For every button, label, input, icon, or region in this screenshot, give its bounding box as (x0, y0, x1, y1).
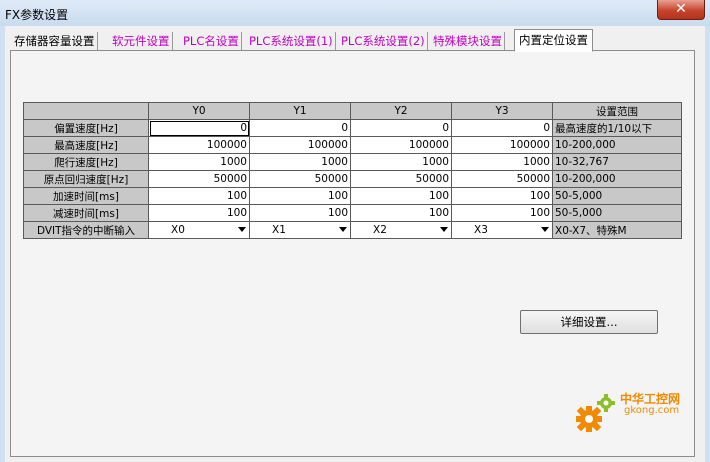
value-cell[interactable]: 1000 (350, 153, 452, 171)
value-cell[interactable]: 1000 (249, 153, 351, 171)
interrupt-input-select[interactable]: X3 (451, 221, 553, 239)
column-header: Y3 (451, 102, 553, 120)
column-header: Y0 (148, 102, 250, 120)
tab-device[interactable]: 软元件设置 (110, 32, 173, 50)
value-cell[interactable]: 0 (451, 119, 553, 137)
range-cell: 50-5,000 (552, 204, 682, 222)
range-cell: X0-X7、特殊M (552, 221, 682, 239)
select-value: X3 (474, 224, 488, 236)
value-cell[interactable]: 100000 (350, 136, 452, 154)
tab-special-module[interactable]: 特殊模块设置 (431, 32, 505, 50)
tab-plc-name[interactable]: PLC名设置 (181, 32, 242, 50)
row-label: 原点回归速度[Hz] (23, 170, 149, 188)
watermark-logo: 中华工控网 gkong.com (573, 383, 703, 443)
select-value: X0 (171, 224, 185, 236)
column-header: 设置范围 (552, 102, 682, 120)
close-button[interactable]: ✕ (657, 0, 705, 20)
table-row: 加速时间[ms] 100 100 100 100 50-5,000 (23, 187, 682, 205)
value-cell[interactable]: 100 (350, 204, 452, 222)
row-label: 爬行速度[Hz] (23, 153, 149, 171)
table-row: 偏置速度[Hz] 0 0 0 0 最高速度的1/10以下 (23, 119, 682, 137)
row-label: DVIT指令的中断输入 (23, 221, 149, 239)
value-cell[interactable]: 100 (451, 187, 553, 205)
chevron-down-icon[interactable] (339, 227, 347, 232)
value-cell[interactable]: 100 (148, 187, 250, 205)
value-cell[interactable]: 50000 (350, 170, 452, 188)
table-row-dvit: DVIT指令的中断输入 X0 X1 X2 X3 X0-X7、特殊M (23, 221, 682, 239)
value-cell[interactable]: 100000 (249, 136, 351, 154)
value-cell[interactable]: 100 (249, 204, 351, 222)
value-cell[interactable]: 0 (249, 119, 351, 137)
value-cell[interactable]: 1000 (451, 153, 553, 171)
value-cell[interactable]: 100 (148, 204, 250, 222)
value-cell[interactable]: 100 (451, 204, 553, 222)
row-label: 最高速度[Hz] (23, 136, 149, 154)
value-cell[interactable]: 0 (148, 119, 250, 137)
range-cell: 50-5,000 (552, 187, 682, 205)
tab-plc-system-2[interactable]: PLC系统设置(2) (339, 32, 428, 50)
range-cell: 最高速度的1/10以下 (552, 119, 682, 137)
interrupt-input-select[interactable]: X1 (249, 221, 351, 239)
value-cell[interactable]: 1000 (148, 153, 250, 171)
corner-cell (23, 102, 149, 120)
window-title: FX参数设置 (5, 8, 69, 22)
chevron-down-icon[interactable] (238, 227, 246, 232)
table-row: 爬行速度[Hz] 1000 1000 1000 1000 10-32,767 (23, 153, 682, 171)
value-cell[interactable]: 100000 (451, 136, 553, 154)
table-header-row: Y0 Y1 Y2 Y3 设置范围 (23, 102, 682, 120)
range-cell: 10-200,000 (552, 170, 682, 188)
row-label: 偏置速度[Hz] (23, 119, 149, 137)
interrupt-input-select[interactable]: X2 (350, 221, 452, 239)
detail-settings-button[interactable]: 详细设置... (520, 310, 658, 334)
positioning-table: Y0 Y1 Y2 Y3 设置范围 偏置速度[Hz] 0 0 0 0 最高速度的1… (23, 102, 682, 239)
tab-memory-capacity[interactable]: 存储器容量设置 (12, 32, 98, 50)
value-cell[interactable]: 50000 (148, 170, 250, 188)
value-cell[interactable]: 100 (249, 187, 351, 205)
table-row: 最高速度[Hz] 100000 100000 100000 100000 10-… (23, 136, 682, 154)
select-value: X1 (272, 224, 286, 236)
row-label: 加速时间[ms] (23, 187, 149, 205)
value-cell[interactable]: 50000 (451, 170, 553, 188)
range-cell: 10-32,767 (552, 153, 682, 171)
chevron-down-icon[interactable] (541, 227, 549, 232)
table-row: 减速时间[ms] 100 100 100 100 50-5,000 (23, 204, 682, 222)
title-bar: FX参数设置 ✕ (0, 0, 710, 26)
value-cell[interactable]: 50000 (249, 170, 351, 188)
row-label: 减速时间[ms] (23, 204, 149, 222)
watermark-url: gkong.com (624, 405, 680, 416)
range-cell: 10-200,000 (552, 136, 682, 154)
chevron-down-icon[interactable] (440, 227, 448, 232)
tab-plc-system-1[interactable]: PLC系统设置(1) (247, 32, 336, 50)
gear-icon (576, 394, 615, 432)
value-cell[interactable]: 100 (350, 187, 452, 205)
value-cell[interactable]: 0 (350, 119, 452, 137)
tab-builtin-positioning[interactable]: 内置定位设置 (514, 29, 593, 52)
interrupt-input-select[interactable]: X0 (148, 221, 250, 239)
table-row: 原点回归速度[Hz] 50000 50000 50000 50000 10-20… (23, 170, 682, 188)
value-cell[interactable]: 100000 (148, 136, 250, 154)
column-header: Y2 (350, 102, 452, 120)
select-value: X2 (373, 224, 387, 236)
column-header: Y1 (249, 102, 351, 120)
